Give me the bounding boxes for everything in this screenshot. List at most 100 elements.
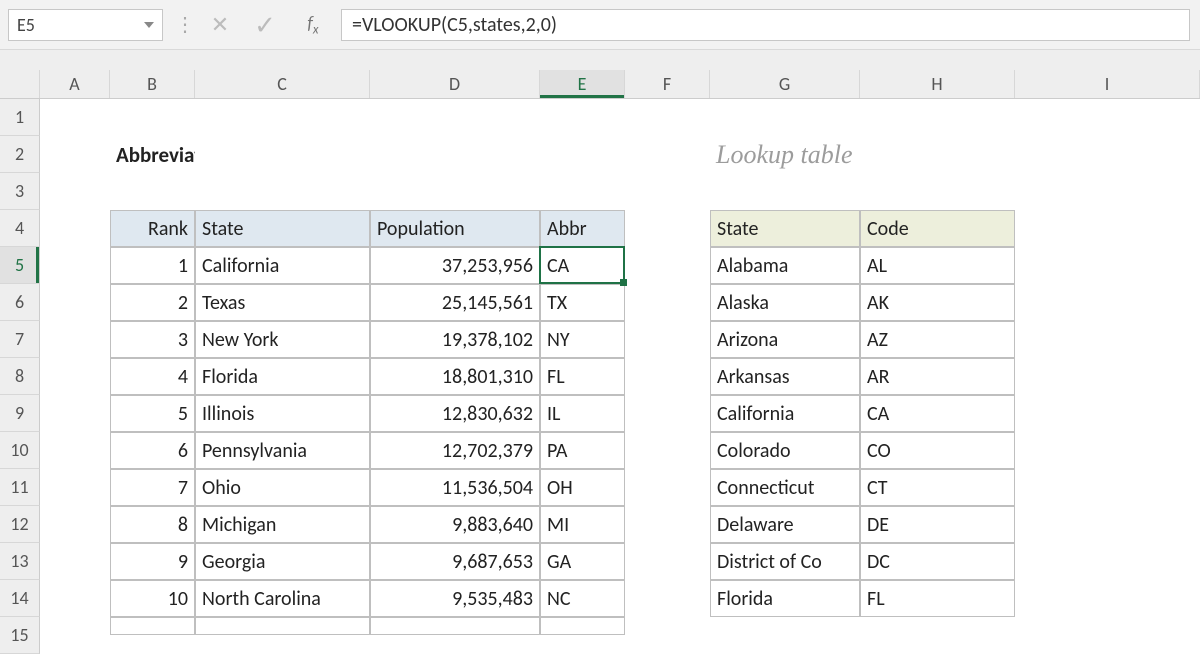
cell[interactable] (195, 173, 370, 210)
main-cell[interactable]: New York (195, 321, 370, 358)
cell[interactable] (40, 543, 110, 580)
main-cell[interactable]: 19,378,102 (370, 321, 540, 358)
row-header-1[interactable]: 1 (0, 99, 40, 136)
main-cell[interactable]: 7 (110, 469, 195, 506)
cell[interactable] (625, 506, 710, 543)
cell[interactable] (370, 99, 540, 136)
col-header-A[interactable]: A (40, 70, 110, 98)
main-cell[interactable]: 18,801,310 (370, 358, 540, 395)
formula-input[interactable]: =VLOOKUP(C5,states,2,0) (341, 9, 1190, 41)
lookup-cell[interactable]: AK (860, 284, 1015, 321)
cell[interactable] (370, 173, 540, 210)
cell[interactable] (860, 173, 1015, 210)
cell[interactable] (40, 247, 110, 284)
main-cell[interactable]: 5 (110, 395, 195, 432)
cell[interactable] (40, 136, 110, 173)
cells-area[interactable]: Abbreviate state names Lookup table Rank St… (40, 99, 1200, 654)
cell[interactable] (625, 321, 710, 358)
cell[interactable] (625, 247, 710, 284)
row-header-15[interactable]: 15 (0, 617, 40, 654)
cell[interactable] (110, 99, 195, 136)
main-cell[interactable]: 12,830,632 (370, 395, 540, 432)
cell[interactable] (1015, 543, 1200, 580)
lookup-cell[interactable]: CO (860, 432, 1015, 469)
cell[interactable] (625, 395, 710, 432)
cell[interactable] (195, 617, 370, 635)
cell[interactable] (1015, 395, 1200, 432)
main-cell[interactable]: 4 (110, 358, 195, 395)
col-header-D[interactable]: D (370, 70, 540, 98)
lookup-header-state[interactable]: State (710, 210, 860, 247)
cell[interactable]: Abbreviate state names (110, 136, 195, 173)
col-header-C[interactable]: C (195, 70, 370, 98)
lookup-cell[interactable]: CA (860, 395, 1015, 432)
main-cell[interactable]: 11,536,504 (370, 469, 540, 506)
main-cell[interactable]: NC (540, 580, 625, 617)
cell[interactable] (625, 284, 710, 321)
cell[interactable] (625, 358, 710, 395)
cell[interactable] (625, 432, 710, 469)
cell[interactable] (625, 136, 710, 173)
row-header-9[interactable]: 9 (0, 395, 40, 432)
row-header-3[interactable]: 3 (0, 173, 40, 210)
cell[interactable] (1015, 99, 1200, 136)
lookup-cell[interactable]: Delaware (710, 506, 860, 543)
row-header-6[interactable]: 6 (0, 284, 40, 321)
main-cell[interactable]: Georgia (195, 543, 370, 580)
row-header-14[interactable]: 14 (0, 580, 40, 617)
lookup-cell[interactable]: CT (860, 469, 1015, 506)
main-cell[interactable]: Pennsylvania (195, 432, 370, 469)
col-header-E[interactable]: E (540, 70, 625, 98)
cell[interactable] (1015, 136, 1200, 173)
cell[interactable] (110, 173, 195, 210)
main-cell[interactable]: 37,253,956 (370, 247, 540, 284)
col-header-B[interactable]: B (110, 70, 195, 98)
col-header-G[interactable]: G (710, 70, 860, 98)
main-cell[interactable]: 25,145,561 (370, 284, 540, 321)
name-box[interactable]: E5 (8, 9, 163, 41)
row-header-7[interactable]: 7 (0, 321, 40, 358)
cell[interactable] (710, 99, 860, 136)
col-header-F[interactable]: F (625, 70, 710, 98)
lookup-cell[interactable]: Arkansas (710, 358, 860, 395)
main-cell[interactable]: CA (540, 247, 625, 284)
col-header-I[interactable]: I (1015, 70, 1200, 98)
cell[interactable] (540, 136, 625, 173)
cell[interactable] (860, 99, 1015, 136)
row-header-8[interactable]: 8 (0, 358, 40, 395)
chevron-down-icon[interactable] (144, 22, 154, 28)
cell[interactable] (1015, 469, 1200, 506)
cell[interactable] (860, 136, 1015, 173)
cell[interactable] (625, 580, 710, 617)
cell[interactable] (1015, 284, 1200, 321)
cell[interactable] (40, 321, 110, 358)
confirm-check-icon[interactable]: ✓ (245, 9, 285, 41)
main-header-rank[interactable]: Rank (110, 210, 195, 247)
cell[interactable] (1015, 617, 1200, 635)
main-cell[interactable]: 3 (110, 321, 195, 358)
cell[interactable] (40, 469, 110, 506)
cell[interactable] (1015, 321, 1200, 358)
cell[interactable] (625, 469, 710, 506)
main-cell[interactable]: Illinois (195, 395, 370, 432)
cell[interactable] (40, 284, 110, 321)
cell[interactable] (1015, 173, 1200, 210)
select-all-corner[interactable] (0, 70, 40, 98)
cell[interactable]: Lookup table (710, 136, 860, 173)
main-cell[interactable]: TX (540, 284, 625, 321)
main-header-population[interactable]: Population (370, 210, 540, 247)
cell[interactable] (40, 395, 110, 432)
main-cell[interactable]: Michigan (195, 506, 370, 543)
main-cell[interactable]: North Carolina (195, 580, 370, 617)
cell[interactable] (540, 99, 625, 136)
lookup-cell[interactable]: DE (860, 506, 1015, 543)
cell[interactable] (1015, 506, 1200, 543)
lookup-cell[interactable]: Colorado (710, 432, 860, 469)
main-cell[interactable]: Ohio (195, 469, 370, 506)
cell[interactable] (40, 580, 110, 617)
cell[interactable] (710, 617, 860, 635)
cell[interactable] (195, 99, 370, 136)
cell[interactable] (370, 617, 540, 635)
cell[interactable] (40, 173, 110, 210)
cell[interactable] (1015, 580, 1200, 617)
